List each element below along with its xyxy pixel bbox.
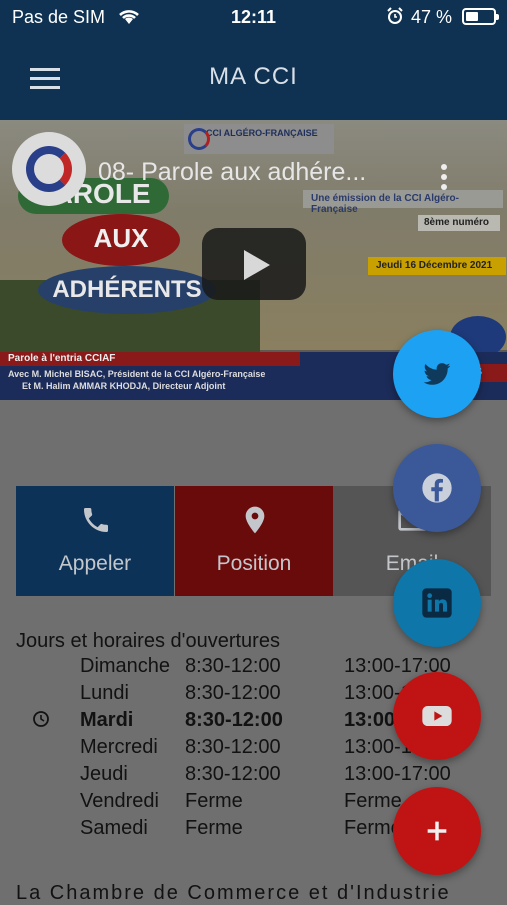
- position-button[interactable]: Position: [175, 486, 333, 596]
- add-button[interactable]: [393, 787, 481, 875]
- app-title: MA CCI: [209, 63, 298, 90]
- hours-morning: Ferme: [185, 790, 243, 812]
- facebook-icon: [422, 473, 452, 503]
- hours-morning: 8:30-12:00: [185, 736, 281, 758]
- hours-day: Mardi: [80, 709, 134, 731]
- numero-banner: 8ème numéro: [418, 215, 500, 231]
- hours-row: Jeudi 8:30-12:00 13:00-17:00: [80, 763, 500, 789]
- hours-title: Jours et horaires d'ouvertures: [16, 630, 280, 652]
- adherents-label: ADHÉRENTS: [38, 266, 216, 314]
- aux-label: AUX: [62, 214, 180, 266]
- alarm-icon: [386, 7, 404, 30]
- video-title[interactable]: 08- Parole aux adhére...: [98, 158, 366, 187]
- description-text: La Chambre de Commerce et d'Industrie: [16, 882, 451, 904]
- hours-day: Samedi: [80, 817, 148, 839]
- phone-icon: [84, 508, 108, 532]
- hours-morning: 8:30-12:00: [185, 682, 281, 704]
- call-label: Appeler: [58, 552, 132, 575]
- app-bar: MA CCI: [0, 36, 507, 120]
- channel-avatar[interactable]: [12, 132, 86, 206]
- youtube-icon: [422, 706, 452, 726]
- hours-day: Lundi: [80, 682, 129, 704]
- more-options-icon[interactable]: [441, 164, 449, 194]
- battery-percent: 47 %: [411, 7, 453, 27]
- lower-third-line2: Et M. Halim AMMAR KHODJA, Directeur Adjo…: [22, 381, 226, 391]
- lower-third-title: Parole à l'entria CCIAF: [0, 352, 300, 366]
- hours-day: Vendredi: [80, 790, 159, 812]
- play-button[interactable]: [202, 228, 306, 300]
- date-banner: Jeudi 16 Décembre 2021: [368, 257, 506, 275]
- status-bar: Pas de SIM 12:11 47 %: [0, 0, 507, 36]
- plus-icon: [427, 821, 447, 841]
- battery-fill: [466, 12, 478, 21]
- twitter-icon: [423, 363, 451, 385]
- facebook-button[interactable]: [393, 444, 481, 532]
- hours-day: Dimanche: [80, 655, 171, 677]
- cci-logo-banner: CCI ALGÉRO-FRANÇAISE: [184, 124, 334, 154]
- clock-icon: [33, 711, 49, 727]
- hours-day: Mercredi: [80, 736, 158, 758]
- battery-icon: [462, 8, 499, 25]
- hours-day: Jeudi: [80, 763, 128, 785]
- hours-morning: 8:30-12:00: [185, 655, 281, 677]
- hours-morning: Ferme: [185, 817, 243, 839]
- lower-third-line1: Avec M. Michel BISAC, Président de la CC…: [8, 369, 266, 379]
- youtube-button[interactable]: [393, 672, 481, 760]
- linkedin-button[interactable]: [393, 559, 481, 647]
- linkedin-icon: [422, 588, 452, 618]
- hours-afternoon: 13:00-17:00: [344, 763, 451, 785]
- call-button[interactable]: Appeler: [16, 486, 174, 596]
- hours-morning: 8:30-12:00: [185, 763, 281, 785]
- emission-banner: Une émission de la CCI Algéro-Française: [303, 190, 503, 215]
- position-label: Position: [216, 552, 292, 575]
- twitter-button[interactable]: [393, 330, 481, 418]
- hours-morning: 8:30-12:00: [185, 709, 283, 731]
- hours-afternoon: Ferme: [344, 790, 402, 812]
- location-pin-icon: [245, 506, 265, 534]
